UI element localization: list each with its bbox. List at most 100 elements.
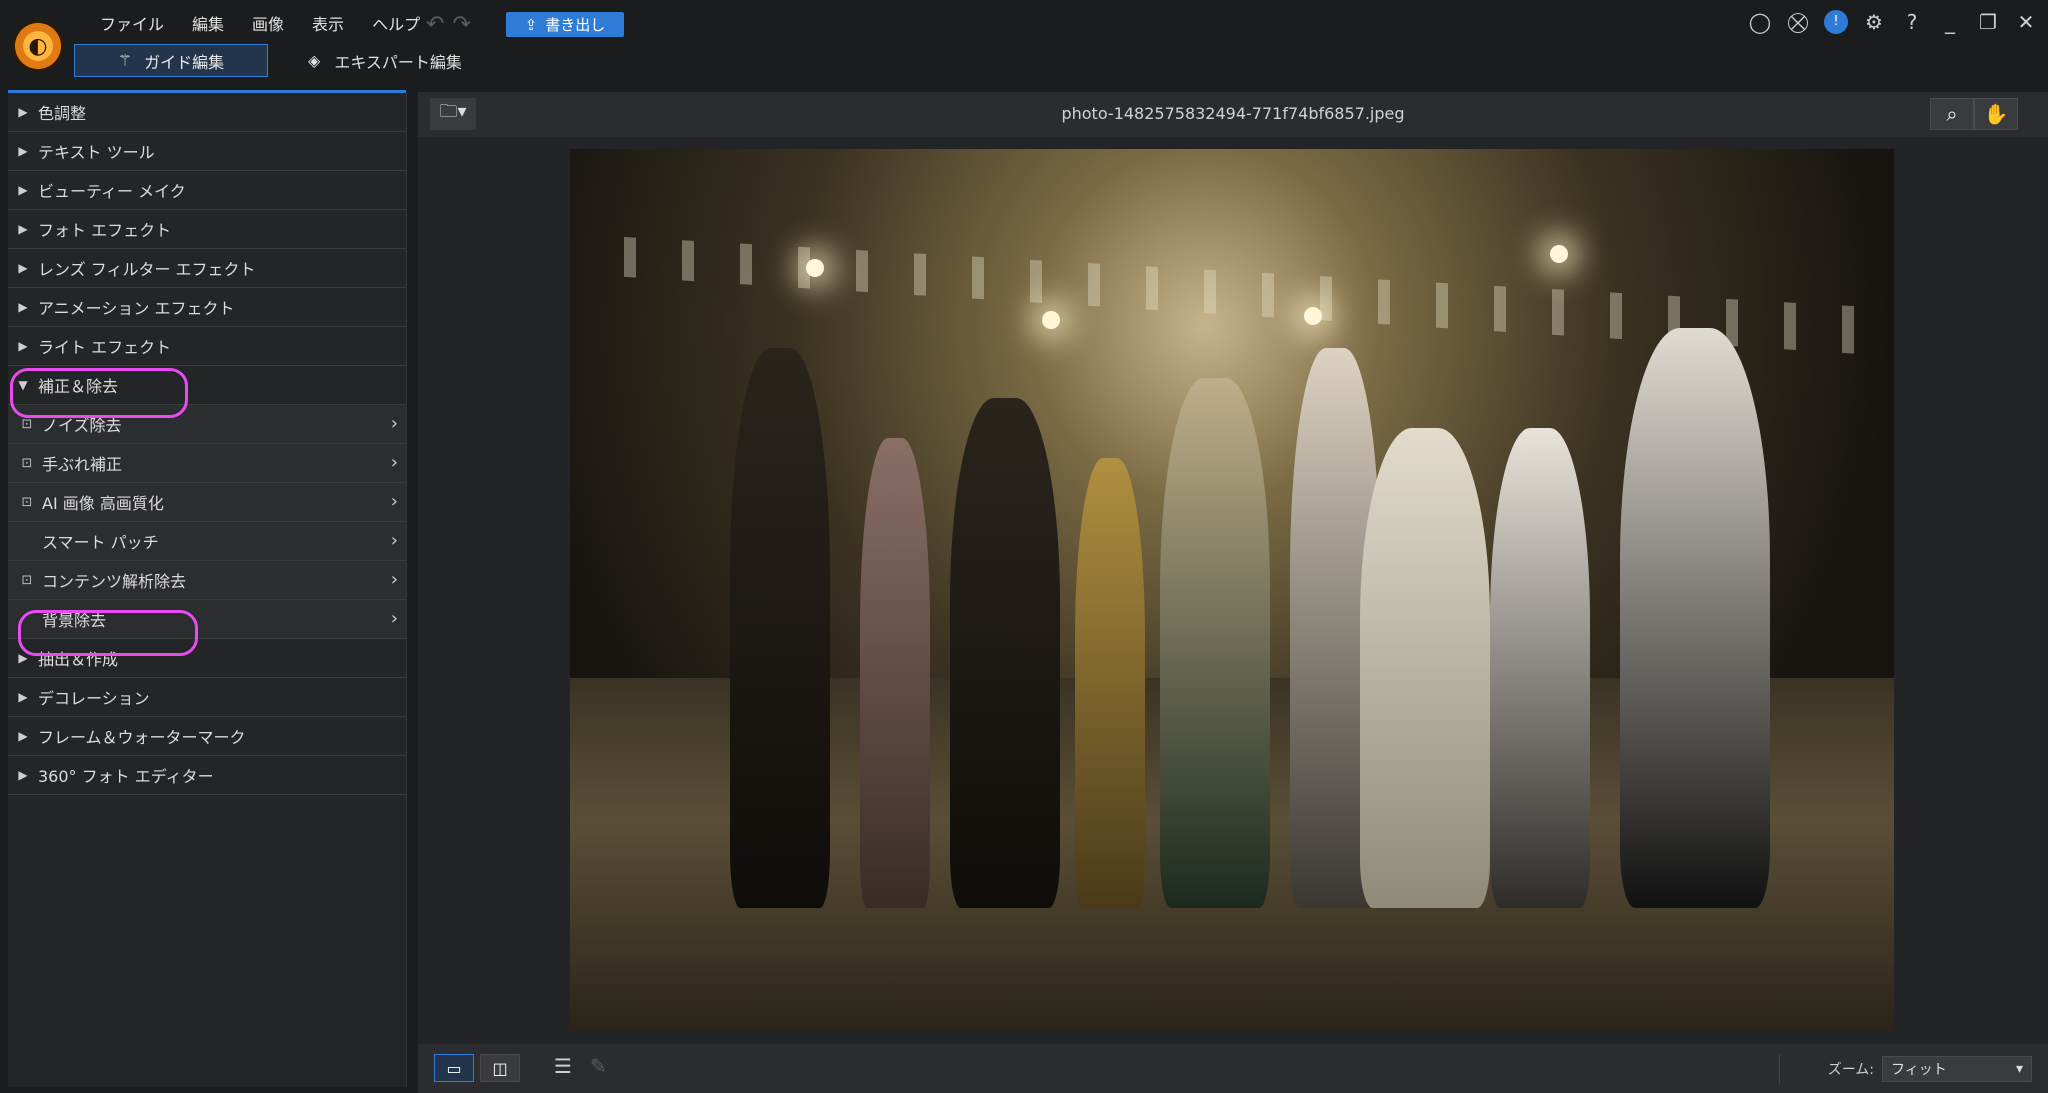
magic-wand-icon: ⚚ (117, 51, 133, 70)
highlight-background-removal (18, 610, 198, 656)
single-view-button[interactable]: ▭ (434, 1054, 474, 1082)
undo-redo: ↶↷ (426, 12, 479, 38)
cart-icon[interactable]: ⛒ (1786, 10, 1810, 34)
export-icon: ⇪ (524, 15, 538, 34)
sidebar-item-label: 360° フォト エディター (38, 767, 214, 786)
photo-person (950, 397, 1060, 908)
menu-help[interactable]: ヘルプ (358, 12, 434, 38)
sidebar-item-label: フォト エフェクト (38, 221, 172, 240)
divider (1778, 1054, 1780, 1084)
notification-icon[interactable]: ! (1824, 10, 1848, 34)
ai-icon: ⊡ (21, 572, 33, 588)
close-icon[interactable]: ✕ (2014, 10, 2038, 34)
sidebar-item-color-adjust[interactable]: ▶ 色調整 (8, 93, 406, 132)
chevron-right-icon: › (390, 452, 398, 473)
photo-person (1160, 377, 1270, 908)
photo-person (730, 347, 830, 908)
account-icon[interactable]: ◯ (1748, 10, 1772, 34)
sidebar-item-360-editor[interactable]: ▶ 360° フォト エディター (8, 756, 406, 795)
expand-triangle-icon: ▶ (18, 768, 28, 782)
bottom-tool-icons: ☰ ✎ (554, 1054, 607, 1078)
mode-tabs: ⚚ ガイド編集 ◈ エキスパート編集 (74, 44, 462, 77)
sidebar-item-label: ビューティー メイク (38, 182, 186, 201)
layers-icon: ◈ (308, 51, 321, 70)
sidebar-item-animation-effect[interactable]: ▶ アニメーション エフェクト (8, 288, 406, 327)
highlight-correction-removal (10, 368, 188, 418)
menu-file[interactable]: ファイル (86, 12, 178, 38)
sidebar-subitem-smart-patch[interactable]: スマート パッチ › (8, 522, 406, 561)
menu-image[interactable]: 画像 (238, 12, 298, 38)
sidebar-item-text-tool[interactable]: ▶ テキスト ツール (8, 132, 406, 171)
ai-icon: ⊡ (21, 494, 33, 510)
sidebar-item-frame-watermark[interactable]: ▶ フレーム＆ウォーターマーク (8, 717, 406, 756)
tab-expert-edit[interactable]: ◈ エキスパート編集 (288, 49, 462, 73)
sidebar-subitem-label: AI 画像 高画質化 (42, 494, 164, 513)
tab-guide-edit[interactable]: ⚚ ガイド編集 (74, 44, 268, 77)
brush-disabled-icon: ✎ (589, 1054, 607, 1078)
sidebar-subitem-ai-upscale[interactable]: ⊡ AI 画像 高画質化 › (8, 483, 406, 522)
tab-expert-label: エキスパート編集 (334, 52, 462, 72)
export-label: 書き出し (545, 16, 606, 34)
sidebar-subitem-label: 手ぶれ補正 (42, 455, 123, 474)
expand-triangle-icon: ▶ (18, 183, 28, 197)
chevron-down-icon: ▾ (2015, 1061, 2023, 1077)
chevron-right-icon: › (390, 491, 398, 512)
canvas-bottom-toolbar: ▭ ◫ ☰ ✎ ズーム: フィット ▾ (418, 1044, 2048, 1093)
title-bar: ◐ ファイル 編集 画像 表示 ヘルプ ↶↷ ⇪ 書き出し ◯ ⛒ ! ⚙ ? … (0, 0, 2048, 92)
photo-person (1075, 457, 1145, 908)
undo-icon[interactable]: ↶ (426, 12, 452, 37)
photo-person (1490, 427, 1590, 908)
sidebar-item-label: フレーム＆ウォーターマーク (38, 728, 246, 747)
photo-person (860, 437, 930, 908)
chevron-right-icon: › (390, 569, 398, 590)
restore-icon[interactable]: ❐ (1976, 10, 2000, 34)
expand-triangle-icon: ▶ (18, 261, 28, 275)
sidebar-subitem-label: スマート パッチ (42, 533, 159, 552)
main-canvas-area: 🗀▾ photo-1482575832494-771f74bf6857.jpeg… (418, 92, 2048, 1093)
sidebar-subitem-content-aware-removal[interactable]: ⊡ コンテンツ解析除去 › (8, 561, 406, 600)
sidebar-item-photo-effect[interactable]: ▶ フォト エフェクト (8, 210, 406, 249)
help-icon[interactable]: ? (1900, 10, 1924, 34)
compare-view-button[interactable]: ◫ (480, 1054, 520, 1082)
menu-view[interactable]: 表示 (298, 12, 358, 38)
minimize-icon[interactable]: _ (1938, 10, 1962, 34)
expand-triangle-icon: ▶ (18, 144, 28, 158)
hand-pan-icon[interactable]: ✋ (1974, 98, 2018, 130)
history-list-icon[interactable]: ☰ (554, 1054, 572, 1078)
expand-triangle-icon: ▶ (18, 105, 28, 119)
file-name: photo-1482575832494-771f74bf6857.jpeg (1061, 104, 1405, 123)
sidebar-item-lens-filter[interactable]: ▶ レンズ フィルター エフェクト (8, 249, 406, 288)
sidebar-item-decoration[interactable]: ▶ デコレーション (8, 678, 406, 717)
zoom-magnifier-icon[interactable]: ⌕ (1930, 98, 1974, 130)
export-button[interactable]: ⇪ 書き出し (506, 12, 624, 37)
sidebar-item-label: デコレーション (38, 689, 150, 708)
sidebar-subitem-shake-correction[interactable]: ⊡ 手ぶれ補正 › (8, 444, 406, 483)
window-controls: ◯ ⛒ ! ⚙ ? _ ❐ ✕ (1748, 10, 2038, 34)
expand-triangle-icon: ▶ (18, 222, 28, 236)
zoom-select[interactable]: フィット ▾ (1882, 1056, 2032, 1082)
zoom-label: ズーム: (1827, 1062, 1874, 1078)
zoom-control: ズーム: フィット ▾ (1778, 1054, 2032, 1084)
photo-canvas[interactable] (570, 149, 1894, 1031)
app-logo-icon: ◐ (12, 20, 64, 72)
sidebar-item-label: テキスト ツール (38, 143, 155, 162)
menu-edit[interactable]: 編集 (178, 12, 238, 38)
tab-guide-label: ガイド編集 (144, 52, 225, 72)
zoom-value: フィット (1891, 1062, 1947, 1078)
sidebar: ▶ 色調整 ▶ テキスト ツール ▶ ビューティー メイク ▶ フォト エフェクト ▶ レ… (8, 93, 407, 1087)
sidebar-item-light-effect[interactable]: ▶ ライト エフェクト (8, 327, 406, 366)
sidebar-subitem-label: コンテンツ解析除去 (42, 572, 187, 591)
chevron-right-icon: › (390, 608, 398, 629)
redo-icon[interactable]: ↷ (452, 12, 478, 37)
expand-triangle-icon: ▶ (18, 690, 28, 704)
photo-light (1042, 311, 1060, 329)
settings-gear-icon[interactable]: ⚙ (1862, 10, 1886, 34)
sidebar-item-beauty-makeup[interactable]: ▶ ビューティー メイク (8, 171, 406, 210)
photo-person (1620, 327, 1770, 908)
ai-icon: ⊡ (21, 416, 33, 432)
ai-icon: ⊡ (21, 455, 33, 471)
expand-triangle-icon: ▶ (18, 300, 28, 314)
canvas-top-toolbar: 🗀▾ photo-1482575832494-771f74bf6857.jpeg… (418, 92, 2048, 137)
view-tools: ⌕ ✋ (1930, 98, 2018, 130)
sidebar-item-label: アニメーション エフェクト (38, 299, 235, 318)
